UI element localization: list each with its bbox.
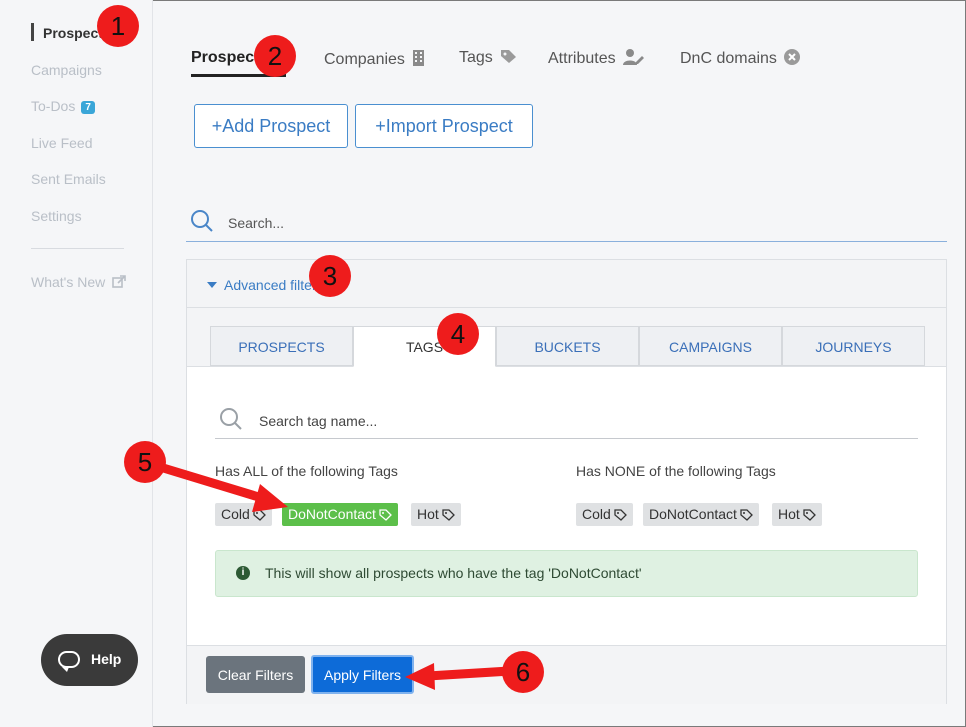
callout-6: 6 <box>502 651 544 693</box>
callout-2: 2 <box>254 35 296 77</box>
callout-5: 5 <box>124 441 166 483</box>
callout-4: 4 <box>437 313 479 355</box>
arrow-to-tag <box>158 462 288 512</box>
arrow-to-apply <box>405 663 511 690</box>
callout-3: 3 <box>309 255 351 297</box>
annotation-arrows <box>158 462 511 690</box>
callout-1: 1 <box>97 5 139 47</box>
